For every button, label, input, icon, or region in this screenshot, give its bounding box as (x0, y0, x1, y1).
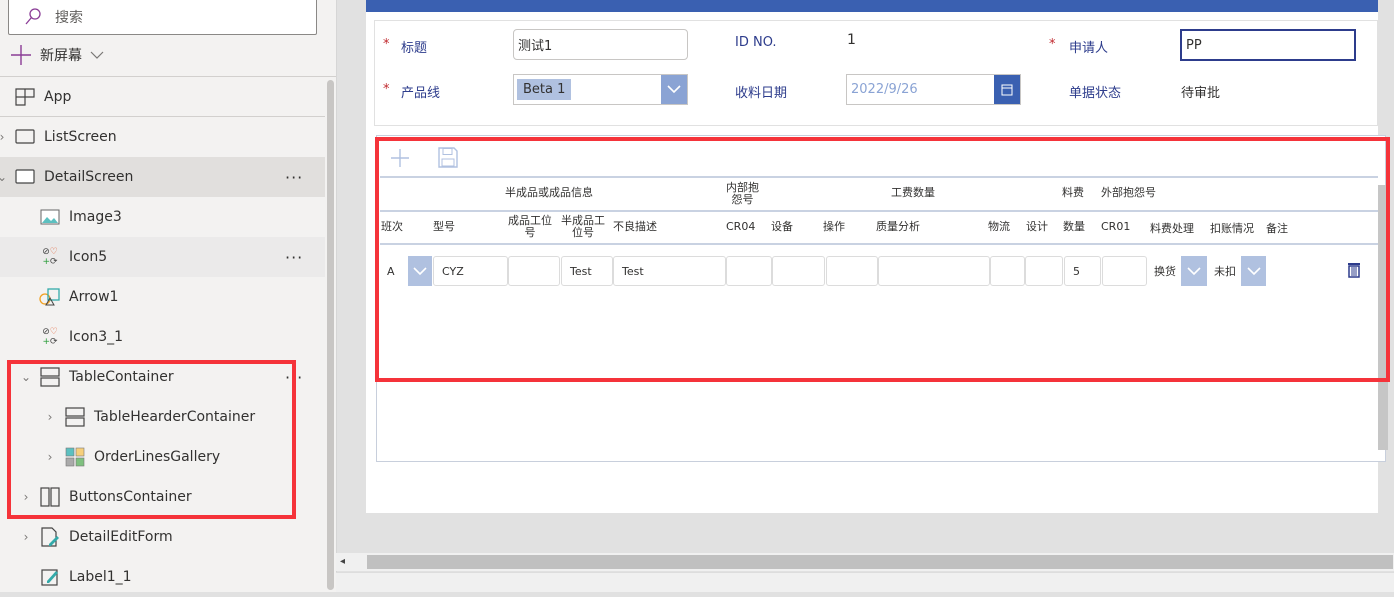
tree-item-label: Arrow1 (69, 289, 119, 305)
status-value: 待审批 (1181, 86, 1221, 101)
tree-item-detailscreen[interactable]: ⌄ DetailScreen ··· (0, 157, 325, 197)
receive-date-picker[interactable]: 2022/9/26 (846, 74, 1021, 105)
screen-icon (14, 127, 36, 147)
chevron-right-icon[interactable]: › (0, 130, 8, 144)
header-bar (366, 0, 1378, 12)
image-icon (39, 207, 61, 227)
icons-icon: ⊘ ♡ + ⟳ (42, 326, 58, 347)
sidebar-scrollbar[interactable] (327, 80, 334, 590)
scroll-left-icon[interactable]: ◂ (340, 556, 345, 567)
plus-icon (11, 45, 31, 65)
screen-icon (14, 167, 36, 187)
icons-icon: ⊘ ♡ + ⟳ (42, 246, 58, 267)
tree-item-label: Image3 (69, 209, 122, 225)
chevron-down-icon[interactable] (661, 75, 687, 104)
tree-item-label: Icon5 (69, 249, 108, 265)
tree-view-panel: 搜索 新屏幕 App › ListScreen ⌄ DetailScreen ·… (0, 0, 337, 592)
id-value: 1 (847, 32, 856, 48)
receive-date-value: 2022/9/26 (851, 82, 918, 97)
new-screen-button[interactable]: 新屏幕 (10, 42, 104, 68)
chevron-down-icon (90, 51, 104, 59)
highlight-box (7, 360, 296, 519)
product-line-value: Beta 1 (517, 79, 572, 100)
search-input[interactable]: 搜索 (8, 0, 317, 35)
receive-date-label: 收料日期 (735, 86, 788, 101)
tree-item-icon5[interactable]: ⊘ ♡ + ⟳ Icon5 ··· (0, 237, 325, 277)
search-icon (25, 7, 41, 24)
applicant-label: 申请人 (1069, 41, 1109, 56)
shapes-icon (39, 287, 61, 307)
tree-item-icon3-1[interactable]: ⊘ ♡ + ⟳ Icon3_1 (0, 317, 325, 357)
tree-item-app[interactable]: App (0, 77, 325, 117)
status-label: 单据状态 (1069, 86, 1122, 101)
tree-item-arrow1[interactable]: Arrow1 (0, 277, 325, 317)
more-options-icon[interactable]: ··· (285, 248, 303, 267)
tree-item-label: ListScreen (44, 129, 117, 145)
tree-item-label: Icon3_1 (69, 329, 124, 345)
edit-form-icon (39, 527, 61, 547)
tree-item-listscreen[interactable]: › ListScreen (0, 117, 325, 157)
label-icon (39, 567, 61, 587)
calendar-icon[interactable] (994, 75, 1020, 104)
chevron-down-icon[interactable]: ⌄ (0, 170, 8, 184)
product-line-label: 产品线 (401, 86, 441, 101)
tree-item-detail-edit-form[interactable]: › DetailEditForm (0, 517, 325, 557)
tree-item-label: Label1_1 (69, 569, 132, 585)
status-bar (336, 572, 1394, 592)
product-line-dropdown[interactable]: Beta 1 (513, 74, 688, 105)
title-label: 标题 (401, 41, 428, 56)
app-icon (14, 87, 36, 107)
tree-item-label: App (44, 89, 72, 105)
highlight-box (375, 137, 1390, 382)
title-input[interactable]: 测试1 (513, 29, 688, 60)
tree-item-label1-1[interactable]: Label1_1 (0, 557, 325, 597)
tree-item-image3[interactable]: Image3 (0, 197, 325, 237)
applicant-input[interactable]: PP (1180, 29, 1356, 61)
more-options-icon[interactable]: ··· (285, 168, 303, 187)
detail-form: * 标题 测试1 ID NO. 1 * 申请人 PP * 产品线 Beta 1 … (374, 20, 1378, 126)
id-label: ID NO. (735, 35, 777, 50)
title-value: 测试1 (518, 39, 553, 54)
canvas-horizontal-scrollbar[interactable] (367, 555, 1393, 569)
tree-item-label: DetailEditForm (69, 529, 173, 545)
new-screen-label: 新屏幕 (40, 48, 82, 64)
search-placeholder: 搜索 (55, 9, 83, 26)
applicant-value: PP (1186, 37, 1202, 53)
tree-item-label: DetailScreen (44, 169, 134, 185)
chevron-right-icon[interactable]: › (20, 530, 32, 544)
